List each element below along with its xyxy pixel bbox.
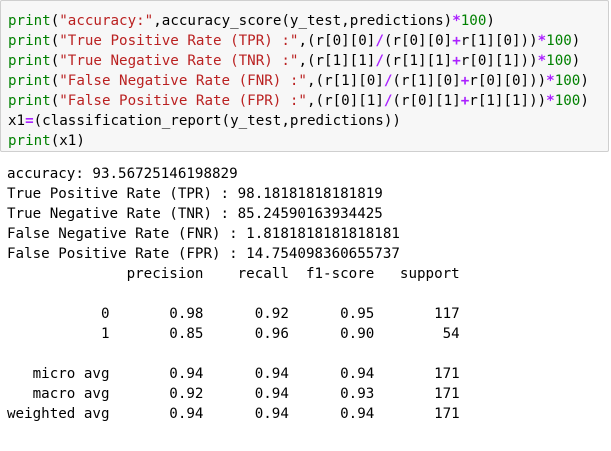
output-line: 0 0.98 0.92 0.95 117 — [7, 306, 460, 322]
code-token-str: "accuracy:" — [59, 13, 154, 29]
code-token-plain: ) — [571, 53, 581, 69]
output-line: True Negative Rate (TNR) : 85.2459016393… — [7, 206, 383, 222]
code-token-fn: print — [8, 13, 51, 29]
code-token-plain: ( — [50, 73, 60, 89]
code-token-op: * — [452, 13, 461, 29]
code-token-op: / — [375, 33, 384, 49]
code-token-plain: (r[1][0] — [392, 73, 461, 89]
code-token-op: + — [452, 33, 461, 49]
code-token-num: 100 — [460, 13, 487, 29]
output-line: macro avg 0.92 0.94 0.93 171 — [7, 386, 460, 402]
code-token-str: "False Positive Rate (FPR) :" — [59, 93, 307, 109]
code-token-op: / — [375, 53, 384, 69]
code-token-plain: ( — [50, 93, 60, 109]
code-token-plain: r[1][0])) — [460, 33, 538, 49]
code-token-plain: ( — [50, 13, 60, 29]
code-token-plain: ) — [580, 73, 589, 89]
code-line: print("accuracy:",accuracy_score(y_test,… — [8, 11, 608, 31]
code-token-plain: ) — [580, 93, 589, 109]
code-token-plain: r[1][1])) — [469, 93, 547, 109]
code-token-plain: x1 — [8, 113, 26, 129]
code-token-str: "False Negative Rate (FNR) :" — [59, 73, 307, 89]
code-token-str: "True Negative Rate (TNR) :" — [59, 53, 299, 69]
code-token-op: * — [546, 73, 555, 89]
code-line: print("True Negative Rate (TNR) :",(r[1]… — [8, 51, 608, 71]
code-token-op: * — [537, 33, 547, 49]
code-token-plain: r[0][1])) — [460, 53, 538, 69]
code-token-op: * — [537, 53, 547, 69]
code-token-op: + — [452, 53, 461, 69]
code-line: print(x1) — [8, 131, 608, 151]
code-token-num: 100 — [546, 33, 572, 49]
output-line: False Negative Rate (FNR) : 1.8181818181… — [7, 226, 400, 242]
code-token-op: * — [546, 93, 555, 109]
code-token-plain: (x1) — [50, 133, 85, 149]
code-token-plain: ,(r[1][1] — [298, 53, 376, 69]
code-token-plain: ( — [50, 53, 60, 69]
code-token-plain: ,(r[0][0] — [298, 33, 376, 49]
code-token-plain: ( — [50, 33, 60, 49]
code-token-plain: (classification_report(y_test,prediction… — [33, 113, 401, 129]
output-line: False Positive Rate (FPR) : 14.754098360… — [7, 246, 400, 262]
code-editor[interactable]: print("accuracy:",accuracy_score(y_test,… — [8, 11, 608, 151]
code-token-plain: (r[1][1] — [383, 53, 453, 69]
code-token-num: 100 — [554, 73, 581, 89]
code-token-str: "True Positive Rate (TPR) :" — [59, 33, 299, 49]
code-token-plain: ,accuracy_score(y_test,predictions) — [153, 13, 453, 29]
code-token-fn: print — [8, 133, 51, 149]
code-token-plain: (r[0][0] — [383, 33, 453, 49]
output-line: accuracy: 93.56725146198829 — [7, 166, 238, 182]
code-cell[interactable]: print("accuracy:",accuracy_score(y_test,… — [0, 0, 609, 152]
cell-output: accuracy: 93.56725146198829 True Positive… — [7, 164, 607, 424]
output-line: micro avg 0.94 0.94 0.94 171 — [7, 366, 460, 382]
output-line: True Positive Rate (TPR) : 98.1818181818… — [7, 186, 383, 202]
output-text: accuracy: 93.56725146198829 True Positive… — [7, 164, 607, 424]
code-token-num: 100 — [546, 53, 572, 69]
code-token-num: 100 — [554, 93, 581, 109]
code-token-fn: print — [8, 73, 51, 89]
code-token-op: + — [460, 93, 470, 109]
code-line: print("False Positive Rate (FPR) :",(r[0… — [8, 91, 608, 111]
code-line: print("True Positive Rate (TPR) :",(r[0]… — [8, 31, 608, 51]
code-token-op: = — [25, 113, 34, 129]
code-token-plain: ) — [571, 33, 581, 49]
code-line: print("False Negative Rate (FNR) :",(r[1… — [8, 71, 608, 91]
output-line: weighted avg 0.94 0.94 0.94 171 — [7, 406, 460, 422]
output-line: precision recall f1-score support — [7, 266, 460, 282]
code-token-plain: ,(r[1][0] — [306, 73, 384, 89]
code-line: x1=(classification_report(y_test,predict… — [8, 111, 608, 131]
code-token-plain: ,(r[0][1] — [306, 93, 384, 109]
code-token-fn: print — [8, 53, 51, 69]
code-token-fn: print — [8, 93, 51, 109]
code-token-plain: (r[0][1] — [392, 93, 461, 109]
code-token-op: + — [460, 73, 470, 89]
code-token-plain: ) — [486, 13, 495, 29]
code-token-fn: print — [8, 33, 51, 49]
code-token-plain: r[0][0])) — [469, 73, 547, 89]
output-line: 1 0.85 0.96 0.90 54 — [7, 326, 460, 342]
